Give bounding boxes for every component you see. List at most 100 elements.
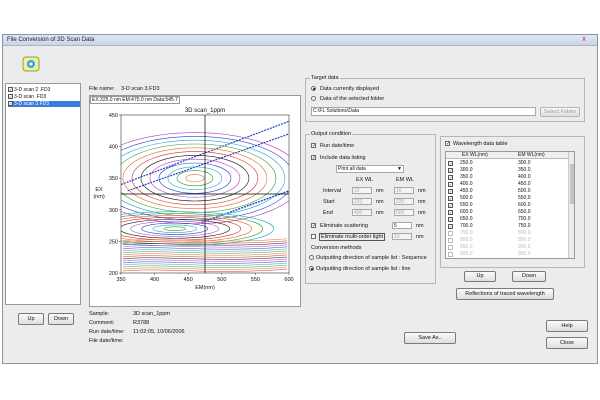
wl-row-checkbox[interactable]: ✓ xyxy=(448,210,453,215)
start-em-field[interactable]: 220 xyxy=(394,198,414,205)
interval-ex-unit: nm xyxy=(376,188,384,194)
wl-row-checkbox[interactable]: ✓ xyxy=(448,224,453,229)
target-current-radio[interactable] xyxy=(311,86,316,91)
window-close-button[interactable]: X xyxy=(577,36,591,44)
wl-row-em: 850.0 xyxy=(518,237,531,243)
wl-row-checkbox[interactable]: ✓ xyxy=(448,161,453,166)
tree-item[interactable]: ✓ 3-D scan 3.FD3 xyxy=(8,101,80,107)
conv-sequence-label: Outputting direction of sample list : Se… xyxy=(316,255,427,261)
run-datetime-checkbox[interactable]: ✓ xyxy=(311,143,316,149)
interval-em-field[interactable]: 10 xyxy=(394,187,414,194)
contour-chart[interactable]: 3D scan_1ppm 350 400 450 500 550 600 450 400 350 3… xyxy=(89,95,301,307)
wl-row-checkbox[interactable] xyxy=(448,252,453,257)
run-datetime-label: Run date/time: xyxy=(89,329,125,335)
wl-header-ex: EX WL(nm) xyxy=(462,152,488,158)
wl-row-checkbox[interactable]: ✓ xyxy=(448,196,453,201)
file-name-value: 3-D scan 3.FD3 xyxy=(121,86,160,92)
title-bar: File Conversion of 3D Scan Data X xyxy=(3,35,597,46)
wl-row-checkbox[interactable]: ✓ xyxy=(448,182,453,187)
output-condition-title: Output condition xyxy=(310,131,353,137)
wl-scrollbar[interactable] xyxy=(568,152,574,258)
tree-item-checkbox[interactable]: ✓ xyxy=(8,94,13,100)
table-row[interactable]: 800.0 850.0 xyxy=(446,237,570,244)
wl-row-checkbox[interactable] xyxy=(448,231,453,236)
sample-value: 3D scan_1ppm xyxy=(133,311,170,317)
start-ex-unit: nm xyxy=(376,199,384,205)
wl-header-row: EX WL(nm) EM WL(nm) xyxy=(446,152,570,159)
start-ex-field[interactable]: 220 xyxy=(352,198,372,205)
window-title: File Conversion of 3D Scan Data xyxy=(7,37,95,43)
wl-row-em: 350.0 xyxy=(518,167,531,173)
file-datetime-label: File date/time: xyxy=(89,338,124,344)
reflections-button[interactable]: Reflections of traced wavelength xyxy=(456,288,554,300)
wl-row-checkbox[interactable] xyxy=(448,245,453,250)
wavelength-table: EX WL(nm) EM WL(nm) ✓ 250.0 300.0 ✓ 300.0 350… xyxy=(445,151,575,259)
multi-order-unit: nm xyxy=(416,234,424,240)
eliminate-multi-checkbox[interactable] xyxy=(311,234,316,239)
tree-item[interactable]: ✓ 3-D scan .FD3 xyxy=(8,94,80,100)
wl-row-checkbox[interactable]: ✓ xyxy=(448,175,453,180)
tree-item-checkbox[interactable]: ✓ xyxy=(8,101,13,107)
conv-line-radio[interactable] xyxy=(309,266,314,271)
tree-item-checkbox[interactable]: ✓ xyxy=(8,87,13,93)
table-row[interactable]: ✓ 700.0 750.0 xyxy=(446,223,570,230)
y-axis-label: EX xyxy=(95,187,103,193)
wl-row-ex: 500.0 xyxy=(460,195,473,201)
wl-row-ex: 850.0 xyxy=(460,244,473,250)
select-folder-button[interactable]: Select Folder xyxy=(540,107,580,117)
table-row[interactable]: ✓ 550.0 600.0 xyxy=(446,202,570,209)
wl-row-ex: 300.0 xyxy=(460,167,473,173)
end-em-field[interactable]: 600 xyxy=(394,209,414,216)
down-button[interactable]: Down xyxy=(48,313,74,325)
wl-row-checkbox[interactable]: ✓ xyxy=(448,203,453,208)
table-row[interactable]: ✓ 300.0 350.0 xyxy=(446,167,570,174)
scattering-field[interactable]: 5 xyxy=(392,222,412,229)
wl-up-button[interactable]: Up xyxy=(464,271,496,282)
wl-scroll-thumb[interactable] xyxy=(570,164,574,204)
table-row[interactable]: ✓ 600.0 650.0 xyxy=(446,209,570,216)
folder-path-field[interactable]: C:\FL Solutions\Data xyxy=(311,107,536,116)
save-as-button[interactable]: Save As.. xyxy=(404,332,456,344)
tree-item[interactable]: ✓ 3-D scan 2 .FD3 xyxy=(8,87,80,93)
table-row[interactable]: ✓ 400.0 450.0 xyxy=(446,181,570,188)
start-em-unit: nm xyxy=(418,199,426,205)
include-listing-checkbox[interactable]: ✓ xyxy=(311,155,316,161)
tree-item-label: 3-D scan .FD3 xyxy=(14,94,47,100)
wl-row-ex: 400.0 xyxy=(460,181,473,187)
wl-row-checkbox[interactable]: ✓ xyxy=(448,217,453,222)
wl-row-em: 450.0 xyxy=(518,181,531,187)
wl-down-button[interactable]: Down xyxy=(512,271,546,282)
table-row[interactable]: ✓ 350.0 400.0 xyxy=(446,174,570,181)
help-button[interactable]: Help xyxy=(546,320,588,332)
table-row[interactable]: ✓ 500.0 550.0 xyxy=(446,195,570,202)
table-row[interactable]: ✓ 450.0 500.0 xyxy=(446,188,570,195)
wl-row-checkbox[interactable] xyxy=(448,238,453,243)
interval-ex-field[interactable]: 10 xyxy=(352,187,372,194)
wl-row-checkbox[interactable]: ✓ xyxy=(448,168,453,173)
table-row[interactable]: ✓ 250.0 300.0 xyxy=(446,160,570,167)
print-mode-select[interactable]: Print all data ▼ xyxy=(336,165,404,173)
multi-order-field[interactable]: 10 xyxy=(392,233,412,240)
up-button[interactable]: Up xyxy=(18,313,44,325)
file-tree: ✓ 3-D scan 2 .FD3 ✓ 3-D scan .FD3 ✓ 3-D scan … xyxy=(5,83,81,305)
eliminate-scattering-checkbox[interactable]: ✓ xyxy=(311,223,316,229)
table-row[interactable]: 850.0 900.0 xyxy=(446,244,570,251)
x-tick-label: 400 xyxy=(150,277,159,283)
target-folder-radio[interactable] xyxy=(311,96,316,101)
app-icon xyxy=(22,56,40,72)
wl-row-ex: 350.0 xyxy=(460,174,473,180)
x-tick-label: 450 xyxy=(184,277,193,283)
table-row[interactable]: 750.0 800.0 xyxy=(446,230,570,237)
x-axis-label: EM(nm) xyxy=(195,285,215,291)
wl-row-ex: 800.0 xyxy=(460,237,473,243)
wl-row-ex: 550.0 xyxy=(460,202,473,208)
table-row[interactable]: 900.0 950.0 xyxy=(446,251,570,258)
wavelength-table-checkbox[interactable]: ✓ xyxy=(445,141,450,147)
y-tick-label: 400 xyxy=(109,145,118,151)
y-tick-label: 450 xyxy=(109,113,118,119)
end-ex-field[interactable]: 400 xyxy=(352,209,372,216)
conv-sequence-radio[interactable] xyxy=(309,255,314,260)
table-row[interactable]: ✓ 650.0 700.0 xyxy=(446,216,570,223)
wl-row-checkbox[interactable]: ✓ xyxy=(448,189,453,194)
close-button[interactable]: Close xyxy=(546,337,588,349)
